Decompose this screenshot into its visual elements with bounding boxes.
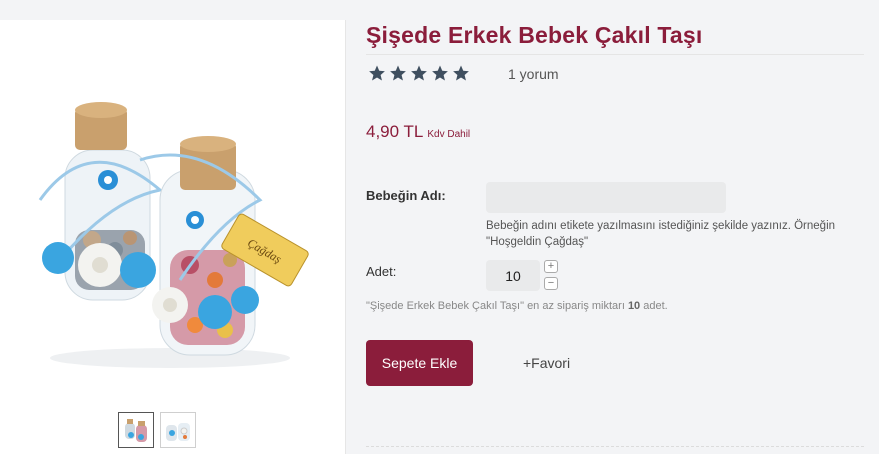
rating-stars[interactable] xyxy=(368,64,470,82)
product-gallery: Çağdaş xyxy=(0,20,346,454)
star-icon xyxy=(432,65,448,81)
price-value: 4,90 TL xyxy=(366,122,424,141)
quantity-decrease-button[interactable]: − xyxy=(544,277,558,290)
star-icon xyxy=(411,65,427,81)
product-photo: Çağdaş xyxy=(38,102,309,368)
add-favorite-link[interactable]: +Favori xyxy=(523,355,570,371)
min-order-notice: "Şişede Erkek Bebek Çakıl Taşı" en az si… xyxy=(366,300,668,312)
price: 4,90 TL Kdv Dahil xyxy=(366,122,470,142)
quantity-label: Adet: xyxy=(366,264,397,279)
star-icon xyxy=(369,65,385,81)
review-count-link[interactable]: 1 yorum xyxy=(508,66,559,82)
min-order-unit: adet. xyxy=(640,300,668,312)
min-order-text: "Şişede Erkek Bebek Çakıl Taşı" en az si… xyxy=(366,300,628,312)
title-divider xyxy=(366,54,864,55)
thumbnail-image xyxy=(125,419,147,442)
thumbnail-image xyxy=(166,423,190,441)
star-icon xyxy=(390,65,406,81)
baby-name-label: Bebeğin Adı: xyxy=(366,188,446,203)
product-main-image[interactable]: Çağdaş xyxy=(20,80,320,380)
baby-name-hint: Bebeğin adını etikete yazılmasını istedi… xyxy=(486,220,836,248)
section-divider xyxy=(366,446,864,447)
thumbnail-2[interactable] xyxy=(160,412,196,448)
thumbnail-1[interactable] xyxy=(118,412,154,448)
product-title: Şişede Erkek Bebek Çakıl Taşı xyxy=(366,22,703,48)
product-info: Şişede Erkek Bebek Çakıl Taşı 1 yorum 4,… xyxy=(366,0,866,454)
quantity-increase-button[interactable]: + xyxy=(544,260,558,273)
baby-name-input[interactable] xyxy=(486,182,726,213)
star-icon xyxy=(453,65,469,81)
price-tax-note: Kdv Dahil xyxy=(427,129,471,140)
add-to-cart-button[interactable]: Sepete Ekle xyxy=(366,340,473,386)
min-order-qty: 10 xyxy=(627,300,641,312)
quantity-input[interactable]: 10 xyxy=(486,260,540,291)
thumbnail-strip xyxy=(118,412,196,448)
